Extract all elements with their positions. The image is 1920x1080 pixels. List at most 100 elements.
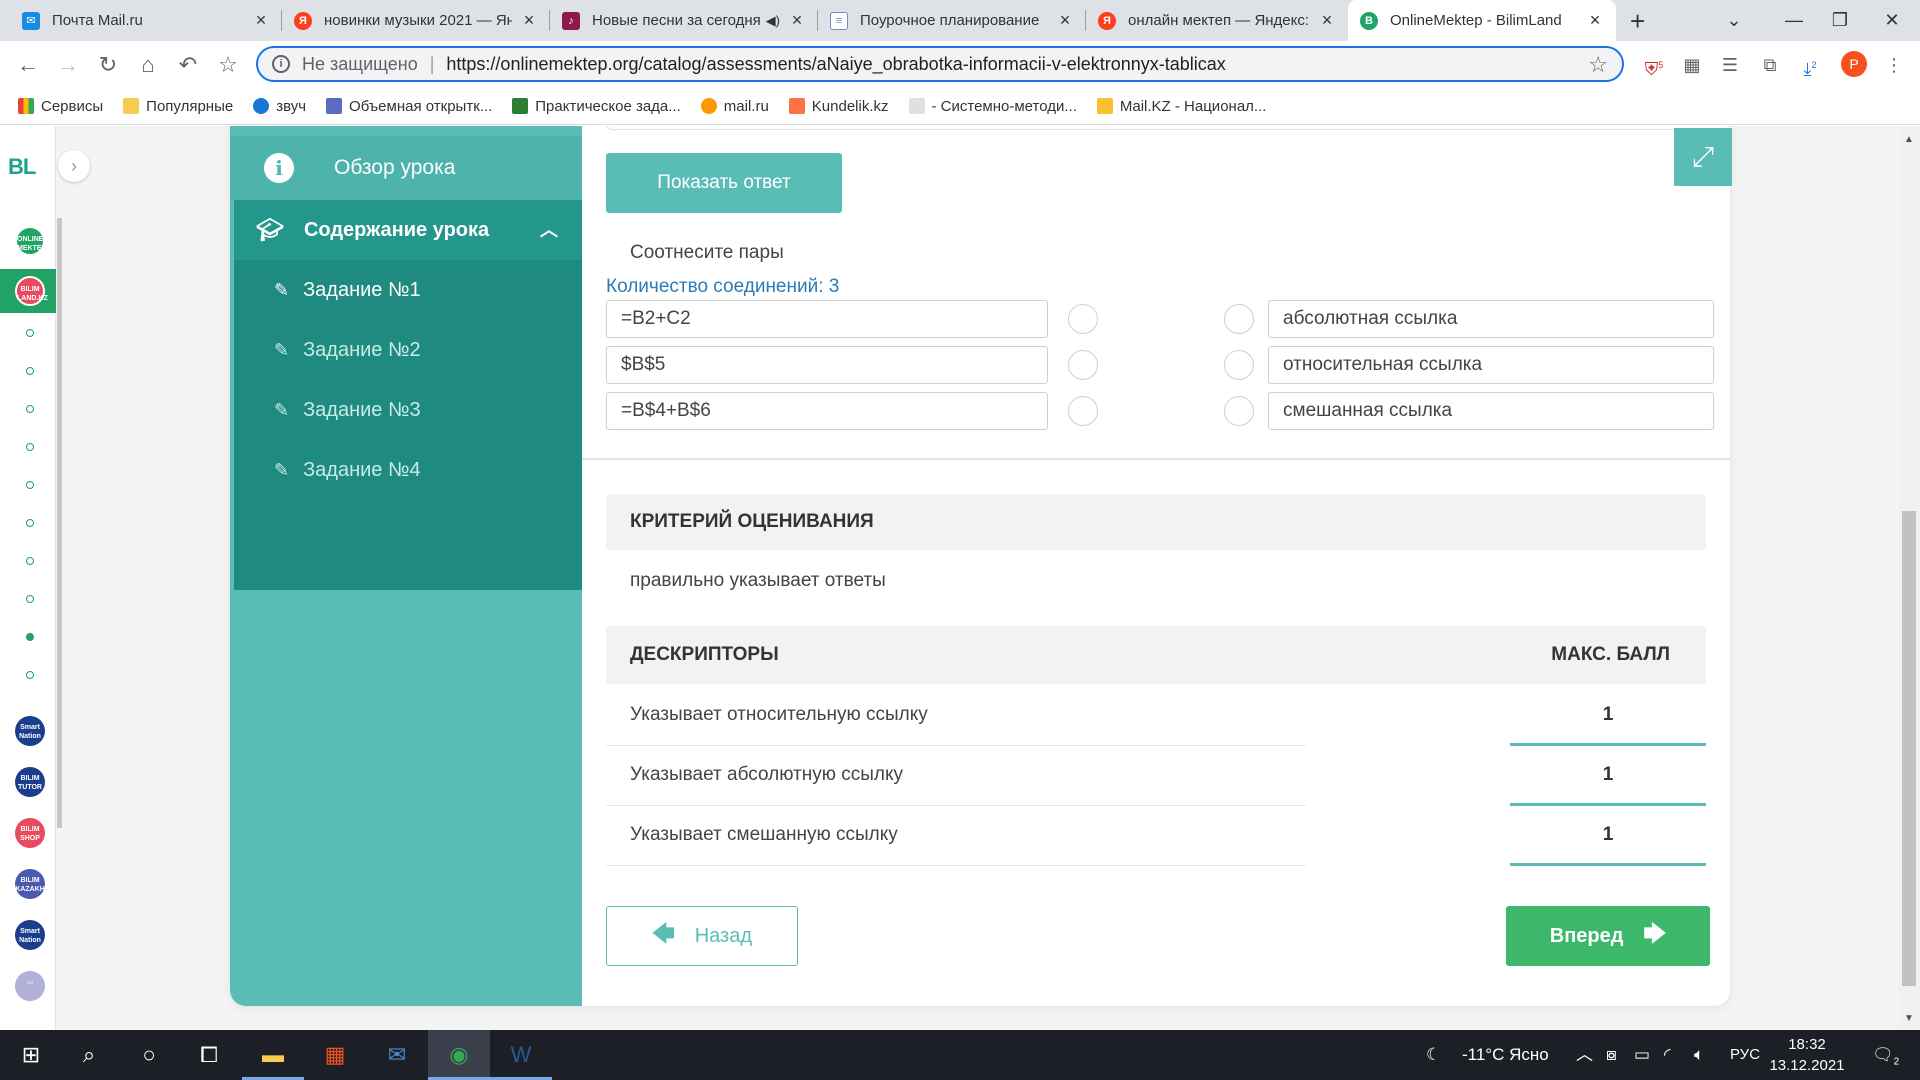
shield-extension-icon[interactable]: ⛨5 xyxy=(1642,53,1666,79)
match-left-connector[interactable] xyxy=(1068,304,1098,334)
wifi-icon[interactable]: ◜ xyxy=(1664,1030,1671,1080)
bookmark-mailru[interactable]: mail.ru xyxy=(700,98,769,115)
address-bar[interactable]: i Не защищено | https://onlinemektep.org… xyxy=(256,46,1624,82)
match-left-item[interactable]: =B$4+B$6 xyxy=(606,392,1048,430)
close-icon[interactable]: × xyxy=(1056,10,1074,31)
task-view-icon[interactable]: ⧠ xyxy=(178,1030,240,1080)
clock[interactable]: 18:32 13.12.2021 xyxy=(1762,1034,1852,1076)
rail-dot-active[interactable] xyxy=(26,633,34,641)
close-icon[interactable]: × xyxy=(520,10,538,31)
playlist-icon[interactable]: ☰ xyxy=(1718,53,1742,77)
fullscreen-expand-icon[interactable]: ⤢ xyxy=(1674,128,1732,186)
store-icon[interactable]: ▦ xyxy=(304,1030,366,1080)
forward-arrow-icon[interactable]: → xyxy=(52,49,84,81)
language-indicator[interactable]: РУС xyxy=(1730,1030,1760,1080)
bookmark-star-icon[interactable]: ☆ xyxy=(212,49,244,81)
rail-dot[interactable] xyxy=(26,443,34,451)
rail-dot[interactable] xyxy=(26,595,34,603)
notifications-icon[interactable]: 🗨︎2 xyxy=(1872,1030,1899,1080)
match-left-item[interactable]: $B$5 xyxy=(606,346,1048,384)
rail-dot[interactable] xyxy=(26,671,34,679)
browser-tab-yandex-search[interactable]: Я онлайн мектеп — Яндекс: нашлось × xyxy=(1086,0,1348,41)
weather-text[interactable]: -11°C Ясно xyxy=(1462,1030,1549,1080)
word-icon[interactable]: W xyxy=(490,1030,552,1080)
back-button[interactable]: 🡄︎ Назад xyxy=(606,906,798,966)
match-left-item[interactable]: =B2+C2 xyxy=(606,300,1048,338)
match-right-connector[interactable] xyxy=(1224,304,1254,334)
scrollbar-thumb[interactable] xyxy=(1902,511,1916,986)
close-icon[interactable]: × xyxy=(252,10,270,31)
browser-tab-mail[interactable]: ✉ Почта Mail.ru × xyxy=(10,0,282,41)
volume-icon[interactable]: 🔈︎ xyxy=(1694,1030,1704,1080)
rail-dot[interactable] xyxy=(26,329,34,337)
cortana-icon[interactable]: ○ xyxy=(118,1030,180,1080)
bookmark-popular[interactable]: Популярные xyxy=(123,98,233,115)
url-text[interactable]: https://onlinemektep.org/catalog/assessm… xyxy=(446,54,1225,75)
mail-app-icon[interactable]: ✉ xyxy=(366,1030,428,1080)
online-mektep-app-icon[interactable]: ONLINE MEKTEP xyxy=(15,226,46,256)
weather-moon-icon[interactable]: ☾ xyxy=(1426,1030,1441,1080)
search-icon[interactable]: ⌕ xyxy=(58,1030,120,1080)
match-right-item[interactable]: абсолютная ссылка xyxy=(1268,300,1714,338)
bilim-tutor-app-icon[interactable]: BILIM TUTOR xyxy=(15,767,45,797)
rail-dot[interactable] xyxy=(26,519,34,527)
bookmark-services[interactable]: Сервисы xyxy=(18,98,103,115)
browser-tab-planning[interactable]: ≡ Поурочное планирование × xyxy=(818,0,1086,41)
rail-scrollbar[interactable] xyxy=(57,218,62,828)
windows-start-icon[interactable]: ⊞ xyxy=(0,1030,62,1080)
window-close-icon[interactable]: ✕ xyxy=(1862,0,1920,41)
browser-tab-new-songs[interactable]: ♪ Новые песни за сегодня ◀) × xyxy=(550,0,818,41)
bilimland-app-icon[interactable]: BILIM LAND.KZ xyxy=(15,276,48,306)
scroll-down-icon[interactable]: ▼ xyxy=(1904,1013,1914,1024)
restore-icon[interactable]: ❐ xyxy=(1810,0,1870,41)
scroll-up-icon[interactable]: ▲ xyxy=(1904,134,1914,145)
reload-icon[interactable]: ↻ xyxy=(92,49,124,81)
bookmark-practical[interactable]: Практическое зада... xyxy=(512,98,681,115)
bilim-kazakh-app-icon[interactable]: BILIM KAZAKH xyxy=(15,869,45,899)
grid-extension-icon[interactable]: ▦ xyxy=(1680,53,1704,77)
browser-tab-yandex-music[interactable]: Я новинки музыки 2021 — Яндекс × xyxy=(282,0,550,41)
bl-logo[interactable]: BL xyxy=(8,154,36,180)
smart-nation-app-icon-2[interactable]: Smart Nation xyxy=(15,920,45,950)
smart-nation-app-icon[interactable]: Smart Nation xyxy=(15,716,45,746)
sidebar-item-task-2[interactable]: ✎ Задание №2 xyxy=(234,320,582,380)
star-icon[interactable]: ☆ xyxy=(1588,52,1608,78)
download-icon[interactable]: ⤓2 xyxy=(1798,53,1822,79)
bookmark-kundelik[interactable]: Kundelik.kz xyxy=(788,98,889,115)
rail-dot[interactable] xyxy=(26,405,34,413)
browser-tab-onlinemektep[interactable]: B OnlineMektep - BilimLand × xyxy=(1348,0,1616,41)
match-right-item[interactable]: смешанная ссылка xyxy=(1268,392,1714,430)
rail-toggle-chevron-icon[interactable]: › xyxy=(58,150,90,182)
undo-icon[interactable]: ↶ xyxy=(172,49,204,81)
match-right-item[interactable]: относительная ссылка xyxy=(1268,346,1714,384)
crop-icon[interactable]: ⧉ xyxy=(1758,53,1782,77)
match-left-connector[interactable] xyxy=(1068,350,1098,380)
bookmark-card[interactable]: Объемная открытк... xyxy=(326,98,492,115)
sidebar-item-task-1[interactable]: ✎ Задание №1 xyxy=(234,260,582,320)
bookmark-methods[interactable]: - Системно-методи... xyxy=(908,98,1077,115)
profile-avatar[interactable]: P xyxy=(1841,51,1867,77)
bookmark-sound[interactable]: звуч xyxy=(253,98,306,115)
forward-button[interactable]: Вперед 🡆︎ xyxy=(1506,906,1710,966)
back-arrow-icon[interactable]: ← xyxy=(12,49,44,81)
close-icon[interactable]: × xyxy=(1318,10,1336,31)
page-scrollbar[interactable]: ▲ ▼ xyxy=(1898,126,1920,1030)
sidebar-item-overview[interactable]: i Обзор урока xyxy=(230,136,582,200)
speaker-icon[interactable]: ◀) xyxy=(766,13,780,29)
battery-icon[interactable]: ▭ xyxy=(1634,1030,1650,1080)
new-tab-button[interactable]: + xyxy=(1630,6,1645,37)
info-icon[interactable]: i xyxy=(272,55,290,73)
close-icon[interactable]: × xyxy=(1586,10,1604,31)
close-icon[interactable]: × xyxy=(788,10,806,31)
sidebar-item-task-4[interactable]: ✎ Задание №4 xyxy=(234,440,582,500)
tab-search-icon[interactable]: ⌄ xyxy=(1704,0,1764,41)
file-explorer-icon[interactable]: ▬ xyxy=(242,1030,304,1080)
sidebar-content-header[interactable]: 🎓︎ Содержание урока ︿ xyxy=(234,200,582,260)
home-icon[interactable]: ⌂ xyxy=(132,49,164,81)
keyboard-app-icon[interactable]: ▭ xyxy=(15,971,45,1001)
chevron-up-icon[interactable]: ︿ xyxy=(540,216,558,242)
bookmark-mailkz[interactable]: Mail.KZ - Национал... xyxy=(1096,98,1266,115)
sidebar-item-task-3[interactable]: ✎ Задание №3 xyxy=(234,380,582,440)
menu-dots-icon[interactable]: ⋮ xyxy=(1882,53,1906,77)
tray-device-icon[interactable]: ⧇ xyxy=(1606,1030,1617,1080)
